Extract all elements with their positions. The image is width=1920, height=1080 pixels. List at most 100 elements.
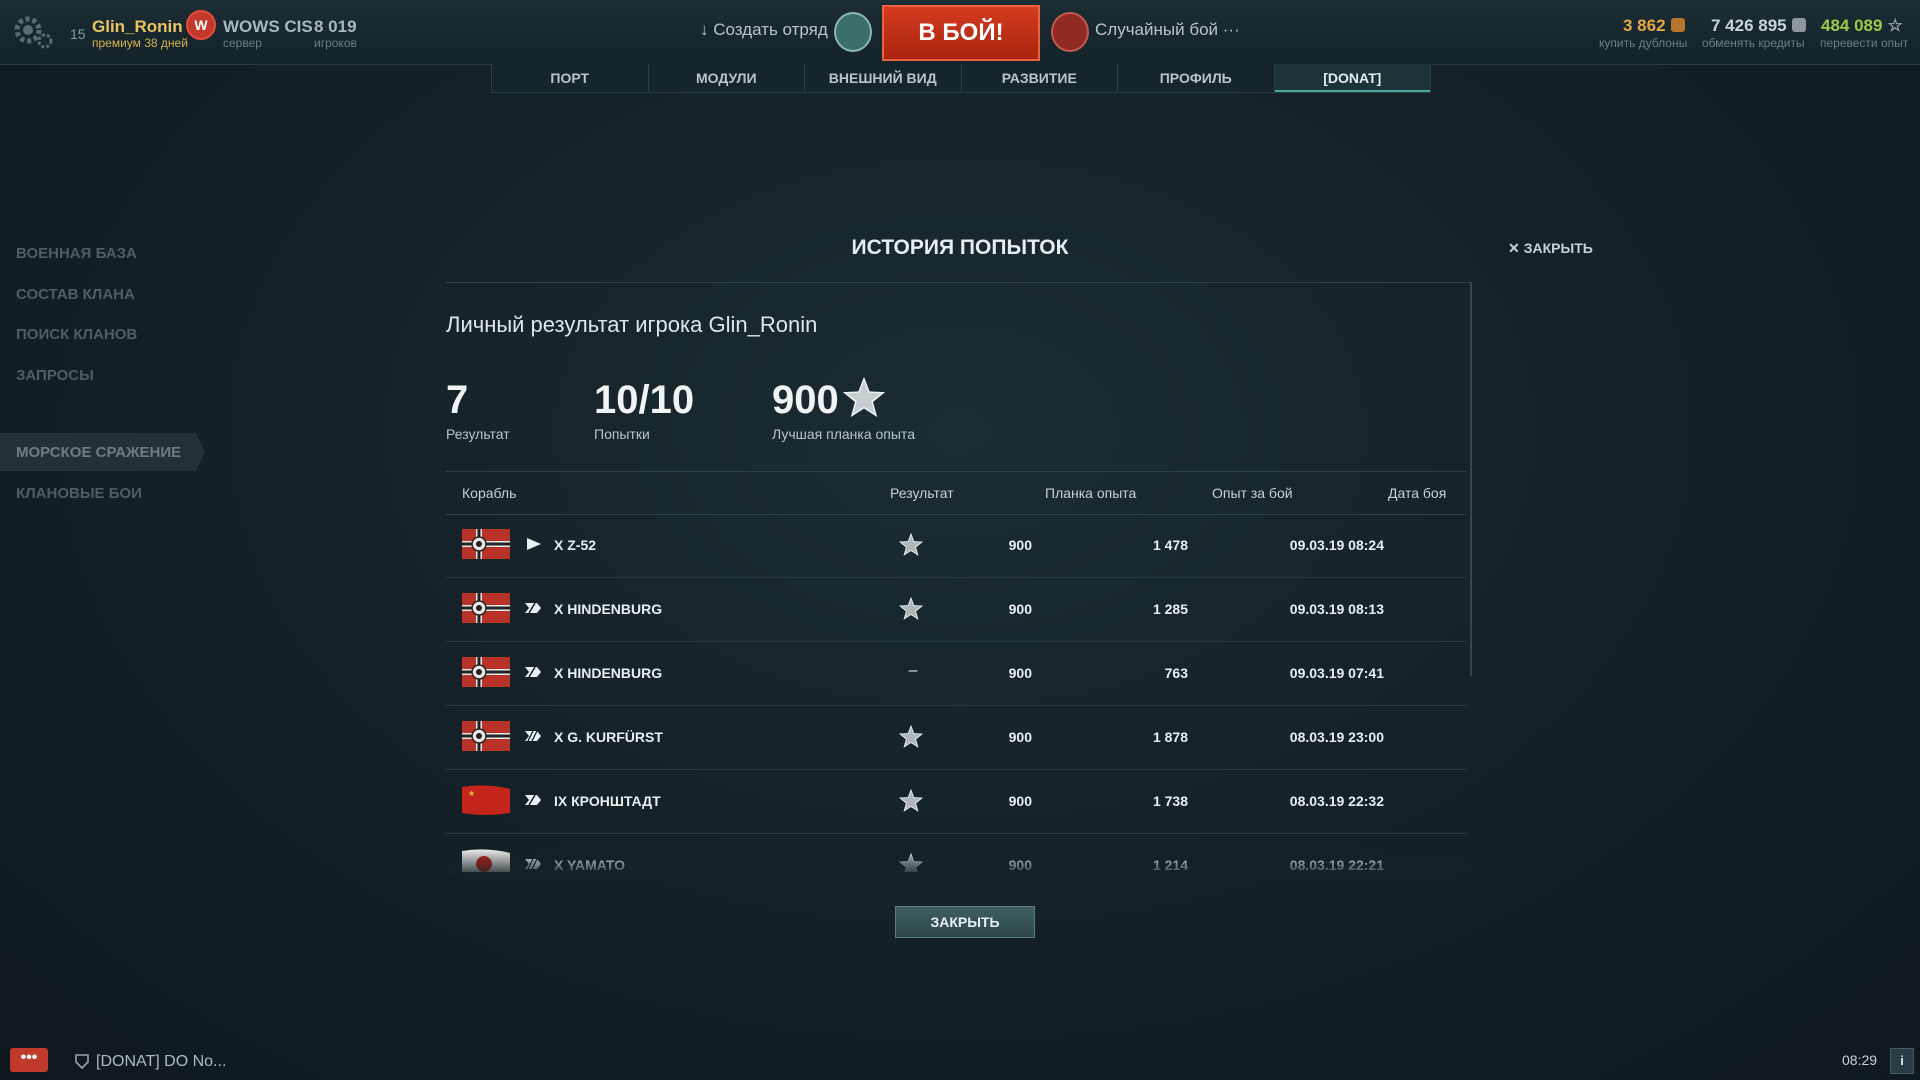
clan-channel-icon — [75, 1054, 89, 1069]
main-nav-tabs: ПОРТ МОДУЛИ ВНЕШНИЙ ВИД РАЗВИТИЕ ПРОФИЛЬ… — [491, 64, 1431, 93]
battle-button[interactable]: В БОЙ! — [882, 5, 1040, 61]
top-bar: 15 Glin_Ronin премиум 38 дней W WOWS CIS… — [0, 0, 1920, 65]
personal-result-heading: Личный результат игрока Glin_Ronin — [446, 312, 818, 337]
tab-exterior[interactable]: ВНЕШНИЙ ВИД — [805, 64, 962, 92]
battleship-class-icon — [523, 729, 543, 743]
date-cell: 09.03.19 07:41 — [1289, 665, 1384, 681]
chat-button[interactable]: ••• — [10, 1048, 48, 1072]
tab-clan-donat[interactable]: [DONAT] — [1274, 64, 1430, 92]
attempts-label: Попытки — [594, 426, 650, 442]
server-label: сервер — [223, 36, 262, 50]
tab-research[interactable]: РАЗВИТИЕ — [962, 64, 1118, 92]
date-cell: 09.03.19 08:24 — [1289, 537, 1384, 553]
table-row[interactable]: X HINDENBURG – 900 763 09.03.19 07:41 — [446, 642, 1466, 706]
col-ship[interactable]: Корабль — [462, 485, 516, 501]
info-button[interactable]: i — [1890, 1048, 1914, 1074]
ship-name: IX КРОНШТАДТ — [554, 793, 661, 809]
result-value: 7 — [446, 378, 469, 422]
battle-mode-selector[interactable]: Случайный бой ··· — [1095, 20, 1240, 40]
date-cell: 09.03.19 08:13 — [1289, 601, 1384, 617]
credits-value[interactable]: 7 426 895 — [1711, 16, 1806, 36]
germany-flag-icon — [462, 721, 510, 751]
sidebar-item-requests[interactable]: ЗАПРОСЫ — [16, 367, 94, 384]
germany-flag-icon — [462, 593, 510, 623]
table-row[interactable]: IX КРОНШТАДТ 900 1 738 08.03.19 22:32 — [446, 770, 1466, 834]
battle-mode-icon[interactable] — [1051, 12, 1089, 52]
date-cell: 08.03.19 22:32 — [1289, 793, 1384, 809]
premium-status: премиум 38 дней — [92, 36, 188, 50]
result-label: Результат — [446, 426, 510, 442]
table-row[interactable]: X Z-52 900 1 478 09.03.19 08:24 — [446, 514, 1466, 578]
server-name: WOWS CIS — [223, 17, 313, 36]
tab-port[interactable]: ПОРТ — [492, 64, 649, 92]
big-star-icon — [843, 377, 885, 418]
best-threshold-label: Лучшая планка опыта — [772, 426, 915, 442]
username[interactable]: Glin_Ronin — [92, 17, 183, 37]
date-cell: 08.03.19 23:00 — [1289, 729, 1384, 745]
sidebar-item-clan-members[interactable]: СОСТАВ КЛАНА — [16, 286, 135, 303]
credits-label[interactable]: обменять кредиты — [1702, 36, 1805, 50]
col-threshold[interactable]: Планка опыта — [1045, 485, 1136, 501]
sidebar-item-clan-search[interactable]: ПОИСК КЛАНОВ — [16, 326, 137, 343]
col-date[interactable]: Дата боя — [1388, 485, 1446, 501]
threshold-cell: 900 — [1008, 537, 1032, 553]
best-threshold-value: 900 — [772, 378, 839, 422]
result-star-icon — [898, 852, 924, 872]
settings-gear-icon[interactable] — [12, 14, 54, 50]
xp-cell: 1 285 — [1152, 601, 1188, 617]
free-xp-star-icon: ☆ — [1887, 16, 1903, 35]
close-icon: ✕ — [1508, 240, 1520, 256]
threshold-cell: 900 — [1008, 601, 1032, 617]
table-header: Корабль Результат Планка опыта Опыт за б… — [446, 471, 1466, 515]
doubloon-icon — [1670, 18, 1685, 32]
ship-name: X HINDENBURG — [554, 665, 663, 681]
tab-modules[interactable]: МОДУЛИ — [649, 64, 805, 92]
sidebar-item-naval-battle[interactable]: МОРСКОЕ СРАЖЕНИЕ — [16, 444, 181, 461]
free-xp-label[interactable]: перевести опыт — [1820, 36, 1908, 50]
close-button[interactable]: ЗАКРЫТЬ — [895, 906, 1035, 938]
squad-icon[interactable] — [834, 12, 872, 52]
chat-channel-tab[interactable]: [DONAT] DO No... — [96, 1053, 226, 1071]
cruiser-class-icon — [523, 665, 543, 679]
doubloons-value[interactable]: 3 862 — [1623, 16, 1685, 36]
scrollbar-track[interactable] — [1470, 282, 1472, 676]
result-star-icon — [898, 788, 924, 814]
doubloons-label[interactable]: купить дублоны — [1599, 36, 1687, 50]
col-result[interactable]: Результат — [890, 485, 954, 501]
attempts-table-body: X Z-52 900 1 478 09.03.19 08:24 X HINDEN… — [446, 514, 1466, 872]
close-link-top[interactable]: ✕ ЗАКРЫТЬ — [1508, 240, 1593, 257]
attempts-value: 10/10 — [594, 378, 695, 422]
xp-cell: 1 214 — [1152, 857, 1188, 872]
ship-name: X G. KURFÜRST — [554, 729, 663, 745]
ship-name: X YAMATO — [554, 857, 626, 872]
clock: 08:29 — [1842, 1052, 1878, 1068]
result-star-icon — [898, 596, 924, 622]
table-row[interactable]: X YAMATO 900 1 214 08.03.19 22:21 — [446, 834, 1466, 872]
germany-flag-icon — [462, 657, 510, 687]
table-row[interactable]: X G. KURFÜRST 900 1 878 08.03.19 23:00 — [446, 706, 1466, 770]
credits-icon — [1791, 18, 1806, 32]
create-squad-button[interactable]: ↓ Создать отряд — [700, 20, 828, 40]
result-none: – — [908, 662, 918, 679]
battleship-class-icon — [523, 857, 543, 871]
tab-profile[interactable]: ПРОФИЛЬ — [1118, 64, 1275, 92]
account-level: 15 — [70, 26, 86, 42]
table-row[interactable]: X HINDENBURG 900 1 285 09.03.19 08:13 — [446, 578, 1466, 642]
result-star-icon — [898, 532, 924, 558]
xp-cell: 763 — [1164, 665, 1188, 681]
modal-title: ИСТОРИЯ ПОПЫТОК — [851, 236, 1069, 259]
xp-cell: 1 878 — [1152, 729, 1188, 745]
threshold-cell: 900 — [1008, 793, 1032, 809]
close-link-label: ЗАКРЫТЬ — [1523, 240, 1593, 256]
col-xp[interactable]: Опыт за бой — [1212, 485, 1293, 501]
wargaming-logo-icon[interactable]: W — [186, 10, 216, 40]
xp-cell: 1 738 — [1152, 793, 1188, 809]
ussr-flag-icon — [462, 785, 510, 815]
japan-flag-icon — [462, 849, 510, 872]
players-label: игроков — [314, 36, 357, 50]
xp-cell: 1 478 — [1152, 537, 1188, 553]
free-xp-value[interactable]: 484 089 ☆ — [1821, 16, 1903, 36]
threshold-cell: 900 — [1008, 857, 1032, 872]
threshold-cell: 900 — [1008, 729, 1032, 745]
sidebar-item-clan-battles[interactable]: КЛАНОВЫЕ БОИ — [16, 485, 142, 502]
